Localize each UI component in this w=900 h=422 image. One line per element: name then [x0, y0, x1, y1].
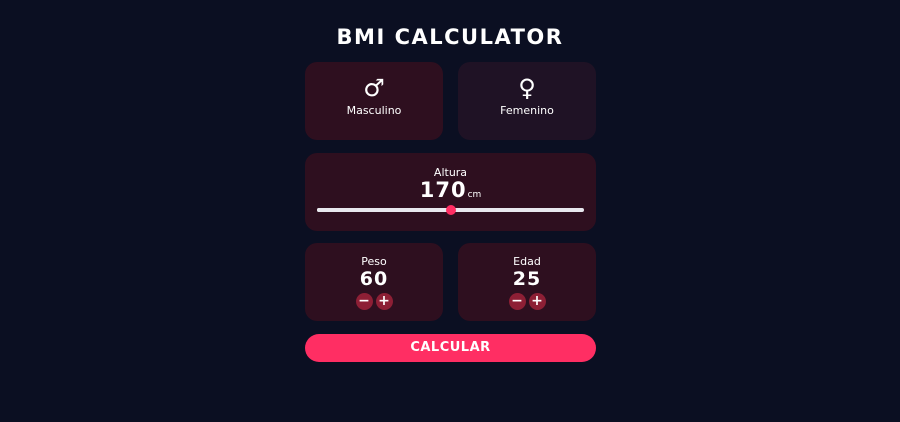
age-card: Edad 25 − + — [458, 243, 596, 321]
height-value: 170 — [419, 178, 467, 202]
male-symbol-icon: ♂ — [363, 74, 385, 102]
age-label: Edad — [513, 255, 541, 268]
height-slider-fill — [317, 208, 451, 212]
weight-stepper: − + — [305, 293, 443, 310]
bmi-calculator-app: BMI CALCULATOR ♂ Masculino ♀ Femenino Al… — [0, 0, 900, 422]
gender-male-label: Masculino — [346, 104, 402, 117]
gender-female-card[interactable]: ♀ Femenino — [458, 62, 596, 140]
age-decrement-button[interactable]: − — [508, 293, 526, 310]
weight-label: Peso — [361, 255, 387, 268]
female-symbol-icon: ♀ — [518, 74, 536, 102]
height-card: Altura 170cm — [305, 153, 596, 231]
weight-card: Peso 60 − + — [305, 243, 443, 321]
weight-decrement-button[interactable]: − — [355, 293, 373, 310]
height-slider[interactable] — [317, 205, 584, 215]
gender-female-label: Femenino — [500, 104, 554, 117]
weight-increment-button[interactable]: + — [375, 293, 393, 310]
age-stepper: − + — [458, 293, 596, 310]
page-title: BMI CALCULATOR — [336, 25, 564, 49]
calculate-button[interactable]: CALCULAR — [305, 334, 596, 362]
age-value: 25 — [512, 268, 542, 290]
gender-male-card[interactable]: ♂ Masculino — [305, 62, 443, 140]
age-increment-button[interactable]: + — [528, 293, 546, 310]
height-slider-thumb[interactable] — [445, 205, 456, 215]
weight-value: 60 — [359, 268, 389, 290]
height-readout: 170cm — [305, 179, 596, 206]
height-unit: cm — [467, 190, 482, 200]
